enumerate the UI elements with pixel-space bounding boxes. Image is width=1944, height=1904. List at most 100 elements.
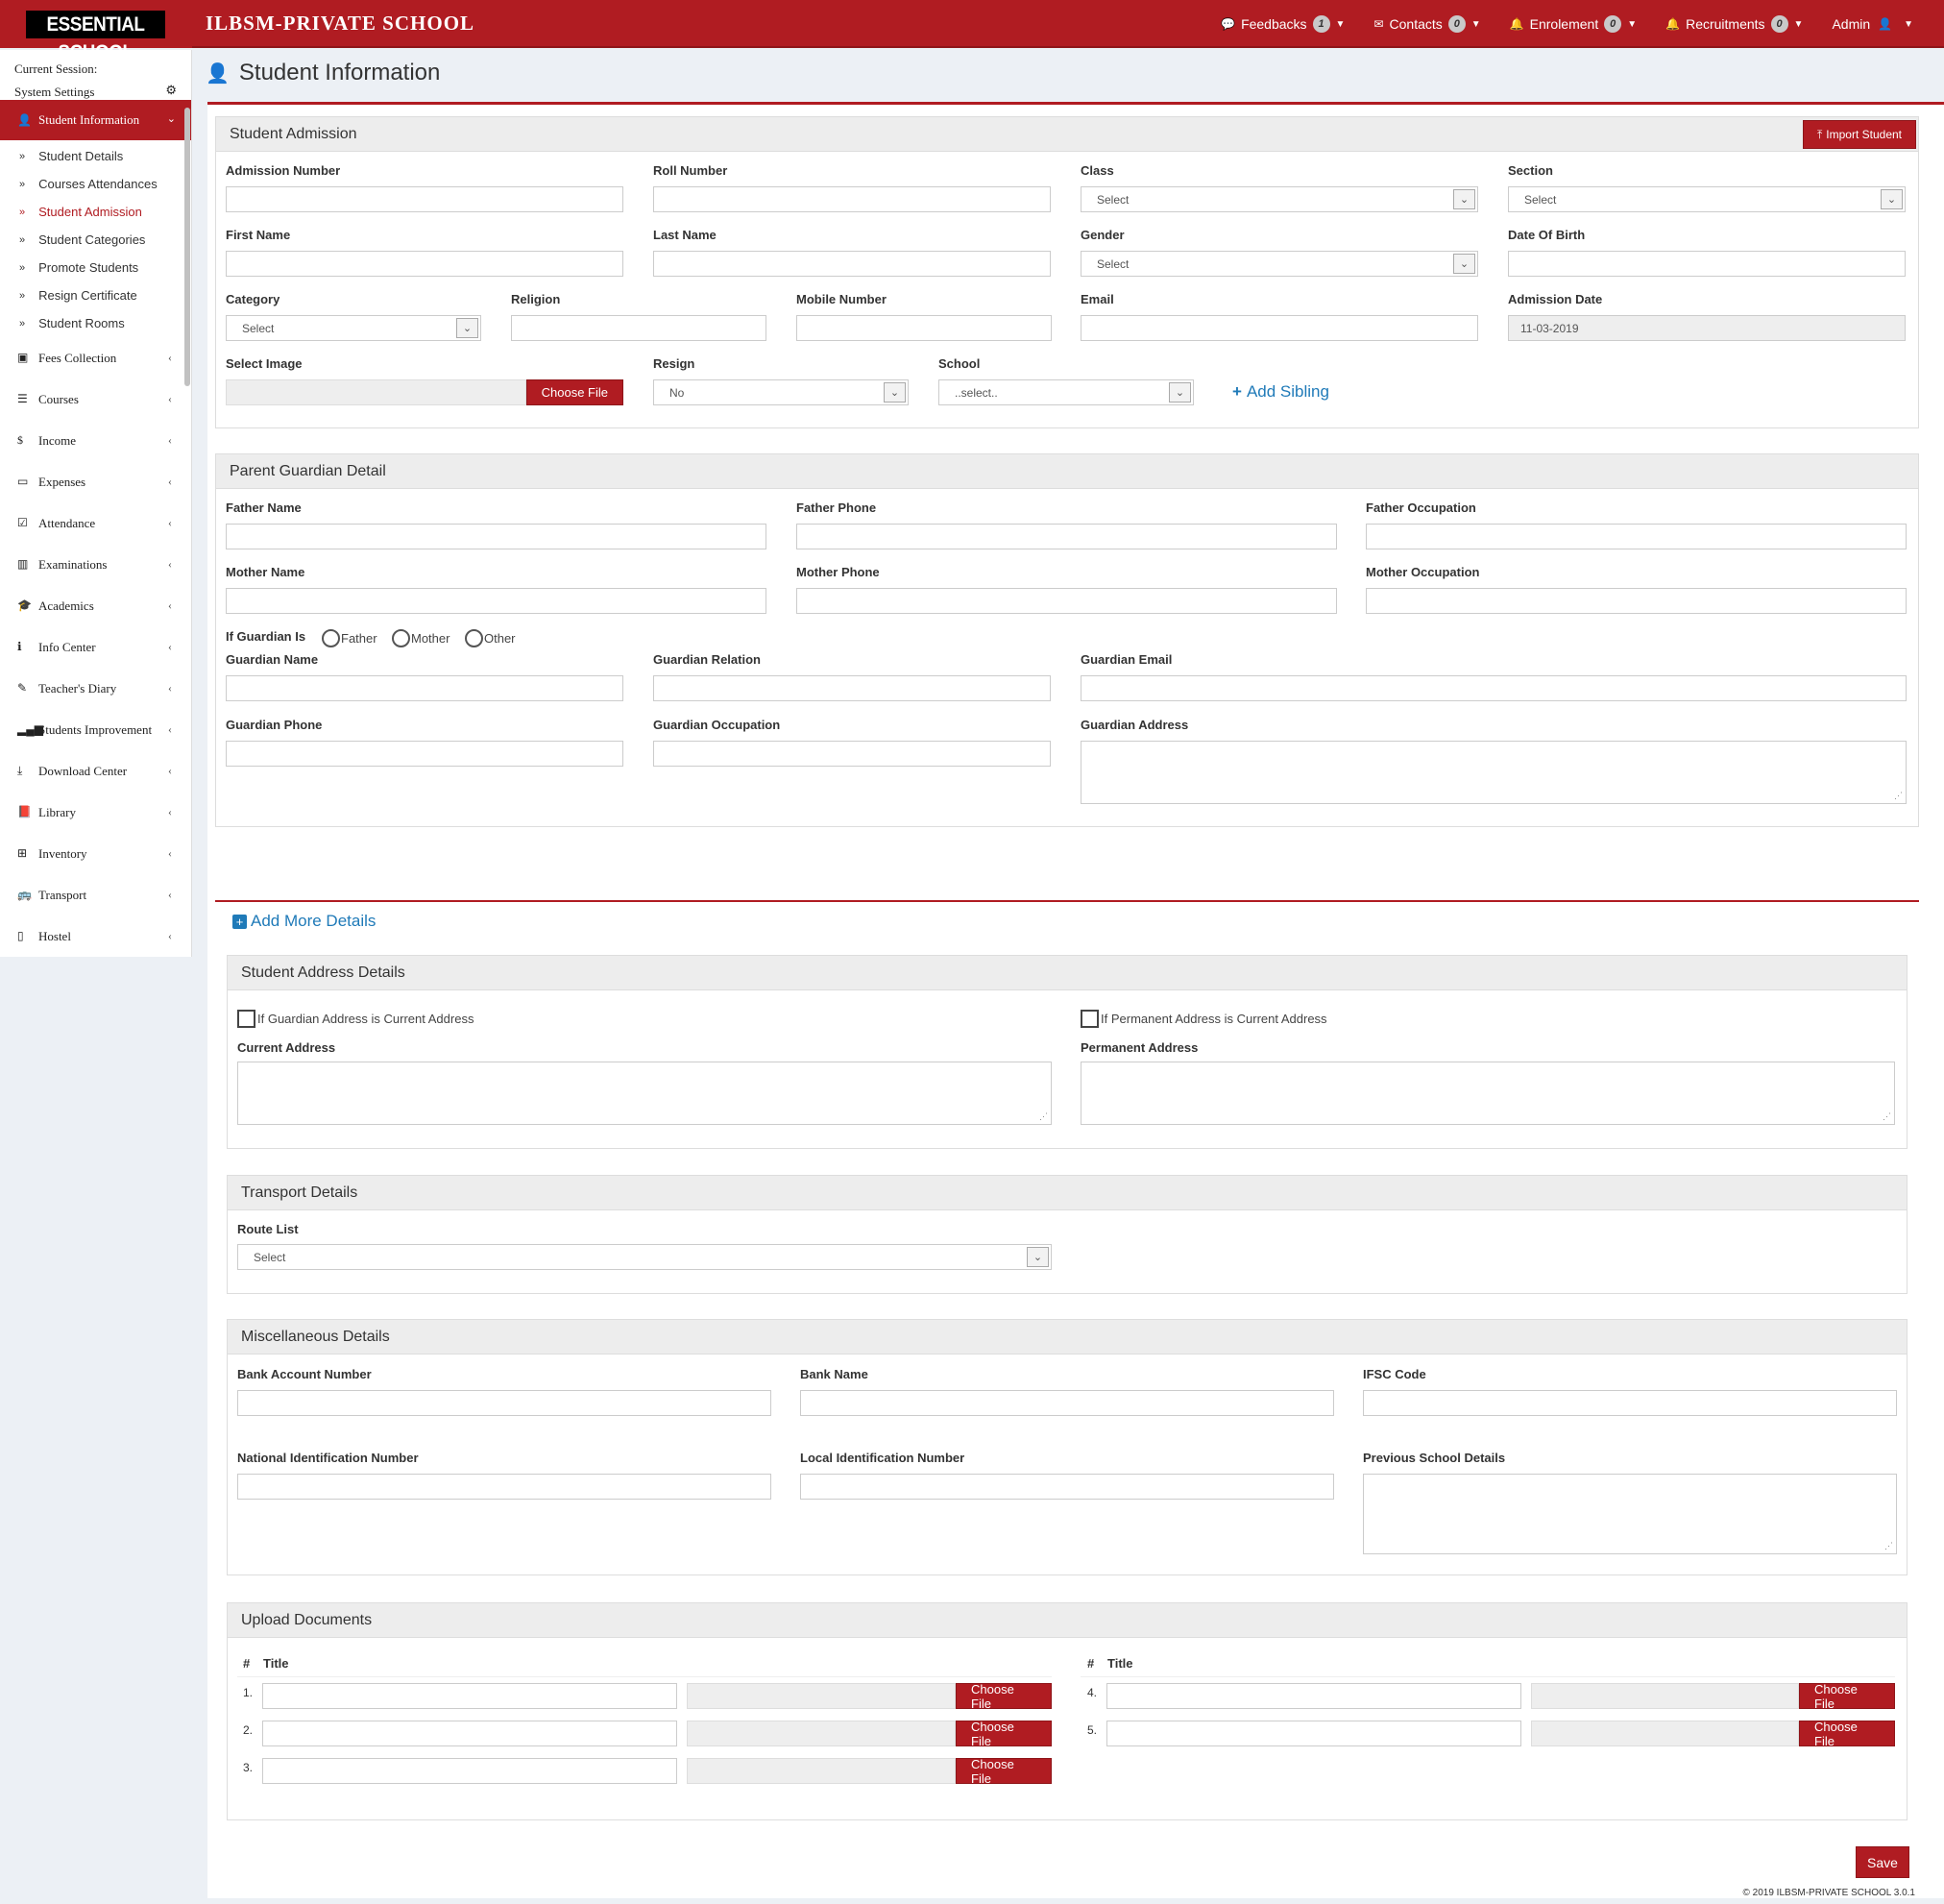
doc-title-input[interactable] [262, 1721, 677, 1746]
doc-file-input[interactable]: Choose File [687, 1757, 1052, 1786]
guardian-occupation-input[interactable] [653, 741, 1051, 767]
sidebar-item-attendance[interactable]: ☑ Attendance ‹ [0, 502, 191, 544]
content-area: 👤 Student Information Student Admission … [192, 50, 1944, 1904]
sub-item-promote-students[interactable]: » Promote Students [0, 254, 191, 281]
permanent-address-checkbox[interactable]: If Permanent Address is Current Address [1081, 1010, 1327, 1028]
guardian-name-label: Guardian Name [226, 652, 319, 667]
choose-file-button[interactable]: Choose File [525, 379, 623, 405]
mother-name-input[interactable] [226, 588, 766, 614]
sub-item-student-admission[interactable]: » Student Admission [0, 198, 191, 226]
nav-recruitments[interactable]: 🔔 Recruitments 0 ▼ [1665, 15, 1803, 33]
chevron-down-icon: ⌄ [1881, 189, 1903, 209]
doc-title-input[interactable] [1106, 1721, 1521, 1746]
doc-title-input[interactable] [262, 1758, 677, 1784]
email-input[interactable] [1081, 315, 1478, 341]
guardian-address-checkbox[interactable]: If Guardian Address is Current Address [237, 1010, 474, 1028]
save-button[interactable]: Save [1856, 1846, 1909, 1878]
admission-date-value: 11-03-2019 [1520, 321, 1579, 335]
radio-mother[interactable]: Mother [392, 629, 450, 647]
father-name-input[interactable] [226, 524, 766, 549]
first-name-input[interactable] [226, 251, 623, 277]
sidebar-item-courses[interactable]: ☰ Courses ‹ [0, 378, 191, 420]
sub-item-student-rooms[interactable]: » Student Rooms [0, 309, 191, 337]
route-list-select[interactable]: Select ⌄ [237, 1244, 1052, 1270]
local-id-input[interactable] [800, 1474, 1334, 1500]
doc-title-input[interactable] [1106, 1683, 1521, 1709]
nav-contacts[interactable]: ✉ Contacts 0 ▼ [1373, 15, 1481, 33]
religion-input[interactable] [511, 315, 766, 341]
sidebar-item-fees-collection[interactable]: ▣ Fees Collection ‹ [0, 337, 191, 378]
admission-number-input[interactable] [226, 186, 623, 212]
sidebar-item-expenses[interactable]: ▭ Expenses ‹ [0, 461, 191, 502]
choose-file-button[interactable]: Choose File [956, 1757, 1052, 1786]
sidebar-item-academics[interactable]: 🎓 Academics ‹ [0, 585, 191, 626]
add-more-details-link[interactable]: + Add More Details [232, 912, 376, 931]
doc-file-input[interactable]: Choose File [687, 1720, 1052, 1748]
sidebar-item-library[interactable]: 📕 Library ‹ [0, 792, 191, 833]
add-sibling-link[interactable]: + Add Sibling [1232, 382, 1329, 402]
choose-file-button[interactable]: Choose File [1799, 1682, 1895, 1711]
father-occupation-input[interactable] [1366, 524, 1907, 549]
dob-input[interactable] [1508, 251, 1906, 277]
roll-number-input[interactable] [653, 186, 1051, 212]
doc-file-input[interactable]: Choose File [1531, 1682, 1895, 1711]
choose-file-button[interactable]: Choose File [956, 1682, 1052, 1711]
sub-item-student-details[interactable]: » Student Details [0, 142, 191, 170]
sidebar-item-students-improvement[interactable]: ▂▄▆ Students Improvement ‹ [0, 709, 191, 750]
sidebar-item-income[interactable]: $ Income ‹ [0, 420, 191, 461]
ifsc-code-input[interactable] [1363, 1390, 1897, 1416]
doc-file-input[interactable]: Choose File [687, 1682, 1052, 1711]
guardian-phone-input[interactable] [226, 741, 623, 767]
category-select[interactable]: Select ⌄ [226, 315, 481, 341]
sidebar-item-info-center[interactable]: ℹ Info Center ‹ [0, 626, 191, 668]
sidebar-item-download-center[interactable]: ⤓ Download Center ‹ [0, 750, 191, 792]
gears-icon[interactable]: ⚙ [165, 79, 177, 102]
logo-area[interactable]: ESSENTIAL SCHOOL [0, 0, 192, 63]
bank-name-input[interactable] [800, 1390, 1334, 1416]
previous-school-textarea[interactable]: ⋰ [1363, 1474, 1897, 1554]
mother-phone-input[interactable] [796, 588, 1337, 614]
sub-item-resign-certificate[interactable]: » Resign Certificate [0, 281, 191, 309]
sidebar-item-transport[interactable]: 🚌 Transport ‹ [0, 874, 191, 915]
import-student-button[interactable]: ⤒ Import Student [1803, 120, 1916, 149]
guardian-email-input[interactable] [1081, 675, 1907, 701]
sub-item-courses-attendances[interactable]: » Courses Attendances [0, 170, 191, 198]
sidebar-item-teachers-diary[interactable]: ✎ Teacher's Diary ‹ [0, 668, 191, 709]
doc-title-input[interactable] [262, 1683, 677, 1709]
guardian-name-input[interactable] [226, 675, 623, 701]
image-file-input[interactable]: Choose File [226, 379, 623, 405]
class-select[interactable]: Select ⌄ [1081, 186, 1478, 212]
resign-select[interactable]: No ⌄ [653, 379, 909, 405]
import-student-label: Import Student [1826, 128, 1903, 141]
chevron-down-icon: ⌄ [884, 382, 906, 403]
choose-file-button[interactable]: Choose File [1799, 1720, 1895, 1748]
national-id-input[interactable] [237, 1474, 771, 1500]
sidebar-scrollbar[interactable] [184, 108, 190, 386]
doc-file-input[interactable]: Choose File [1531, 1720, 1895, 1748]
nav-enrolement[interactable]: 🔔 Enrolement 0 ▼ [1510, 15, 1637, 33]
sidebar-item-student-information[interactable]: 👤 Student Information ⌄ [0, 100, 191, 140]
mother-phone-label: Mother Phone [796, 565, 880, 579]
section-select[interactable]: Select ⌄ [1508, 186, 1906, 212]
nav-feedbacks[interactable]: 💬 Feedbacks 1 ▼ [1221, 15, 1345, 33]
guardian-address-textarea[interactable]: ⋰ [1081, 741, 1907, 804]
sidebar-item-hostel[interactable]: ▯ Hostel ‹ [0, 915, 191, 957]
gender-select[interactable]: Select ⌄ [1081, 251, 1478, 277]
radio-other[interactable]: Other [465, 629, 516, 647]
sub-item-student-categories[interactable]: » Student Categories [0, 226, 191, 254]
sidebar-item-inventory[interactable]: ⊞ Inventory ‹ [0, 833, 191, 874]
nav-admin[interactable]: Admin 👤 ▼ [1832, 16, 1913, 32]
sidebar-item-examinations[interactable]: ▥ Examinations ‹ [0, 544, 191, 585]
mother-occupation-input[interactable] [1366, 588, 1907, 614]
father-phone-input[interactable] [796, 524, 1337, 549]
mobile-number-input[interactable] [796, 315, 1052, 341]
current-address-textarea[interactable]: ⋰ [237, 1062, 1052, 1125]
permanent-address-textarea[interactable]: ⋰ [1081, 1062, 1895, 1125]
guardian-relation-input[interactable] [653, 675, 1051, 701]
school-select[interactable]: ..select.. ⌄ [938, 379, 1194, 405]
choose-file-button[interactable]: Choose File [956, 1720, 1052, 1748]
last-name-input[interactable] [653, 251, 1051, 277]
bank-account-input[interactable] [237, 1390, 771, 1416]
radio-father[interactable]: Father [322, 629, 377, 647]
admission-date-input[interactable]: 11-03-2019 [1508, 315, 1906, 341]
